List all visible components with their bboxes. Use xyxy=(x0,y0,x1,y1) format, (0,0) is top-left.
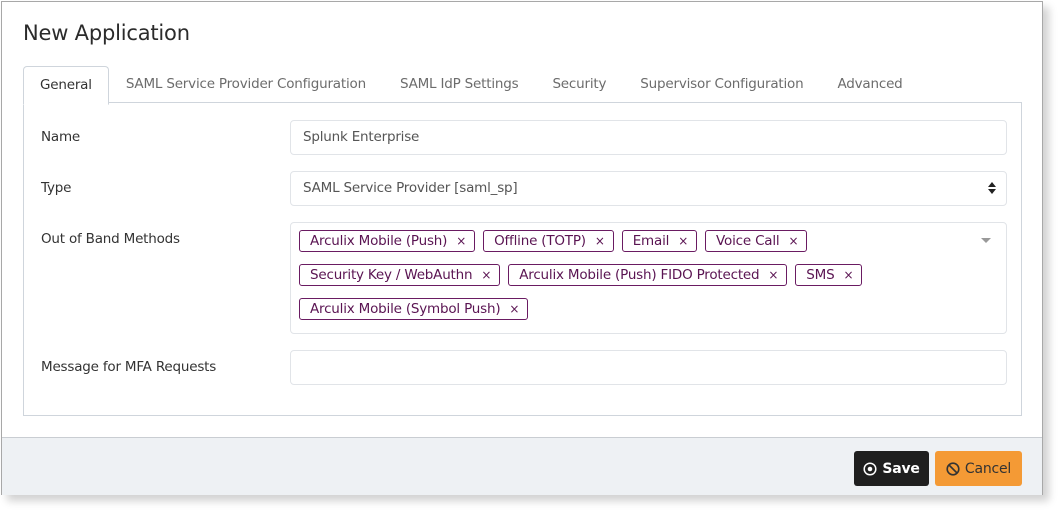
type-select[interactable]: SAML Service Provider [saml_sp] xyxy=(290,171,1007,206)
remove-chip-icon[interactable]: × xyxy=(456,231,466,252)
tab-saml-idp-settings[interactable]: SAML IdP Settings xyxy=(383,66,535,102)
oob-methods-label: Out of Band Methods xyxy=(41,231,180,247)
save-label: Save xyxy=(882,460,920,477)
oob-chip: Arculix Mobile (Push) FIDO Protected × xyxy=(508,264,788,286)
dropdown-caret-icon[interactable] xyxy=(981,238,991,243)
chip-label: Arculix Mobile (Push) xyxy=(310,232,448,249)
oob-chip-list: Arculix Mobile (Push) × Offline (TOTP) × E… xyxy=(299,230,969,332)
type-label: Type xyxy=(41,180,72,196)
save-button[interactable]: Save xyxy=(854,451,929,486)
remove-chip-icon[interactable]: × xyxy=(509,299,519,320)
cancel-button[interactable]: Cancel xyxy=(935,451,1022,486)
oob-methods-multiselect[interactable]: Arculix Mobile (Push) × Offline (TOTP) × E… xyxy=(290,222,1007,334)
remove-chip-icon[interactable]: × xyxy=(768,265,778,286)
chip-label: Arculix Mobile (Symbol Push) xyxy=(310,300,501,317)
mfa-message-label: Message for MFA Requests xyxy=(41,359,217,375)
save-circle-icon xyxy=(863,461,877,476)
name-label: Name xyxy=(41,129,81,145)
dialog-title: New Application xyxy=(23,21,190,45)
remove-chip-icon[interactable]: × xyxy=(678,231,688,252)
oob-chip: Offline (TOTP) × xyxy=(483,230,614,252)
remove-chip-icon[interactable]: × xyxy=(481,265,491,286)
tab-saml-sp-configuration[interactable]: SAML Service Provider Configuration xyxy=(109,66,383,102)
remove-chip-icon[interactable]: × xyxy=(595,231,605,252)
oob-chip: Email × xyxy=(621,230,698,252)
tab-security[interactable]: Security xyxy=(535,66,623,102)
chip-label: Offline (TOTP) xyxy=(494,232,586,249)
chip-label: Arculix Mobile (Push) FIDO Protected xyxy=(519,266,760,283)
dialog-footer: Save Cancel xyxy=(2,437,1042,495)
remove-chip-icon[interactable]: × xyxy=(788,231,798,252)
oob-chip: Arculix Mobile (Symbol Push) × xyxy=(299,298,529,320)
tab-supervisor-configuration[interactable]: Supervisor Configuration xyxy=(623,66,820,102)
chip-label: Security Key / WebAuthn xyxy=(310,266,473,283)
chip-label: Voice Call xyxy=(716,232,780,249)
general-panel: Name Splunk Enterprise Type SAML Service… xyxy=(23,102,1022,416)
type-select-value: SAML Service Provider [saml_sp] xyxy=(303,180,518,196)
new-application-dialog: New Application General SAML Service Pro… xyxy=(1,1,1043,495)
oob-chip: Arculix Mobile (Push) × xyxy=(299,230,476,252)
remove-chip-icon[interactable]: × xyxy=(843,265,853,286)
tab-bar: General SAML Service Provider Configurat… xyxy=(23,66,920,105)
oob-chip: Voice Call × xyxy=(705,230,808,252)
tab-general[interactable]: General xyxy=(23,66,109,105)
tab-advanced[interactable]: Advanced xyxy=(820,66,919,102)
select-arrows-icon xyxy=(988,182,996,194)
name-input[interactable]: Splunk Enterprise xyxy=(290,120,1007,155)
mfa-message-input[interactable] xyxy=(290,350,1007,385)
chip-label: Email xyxy=(632,232,670,249)
ban-icon xyxy=(946,461,960,476)
chip-label: SMS xyxy=(806,266,835,283)
cancel-label: Cancel xyxy=(964,460,1012,477)
oob-chip: SMS × xyxy=(795,264,863,286)
oob-chip: Security Key / WebAuthn × xyxy=(299,264,501,286)
